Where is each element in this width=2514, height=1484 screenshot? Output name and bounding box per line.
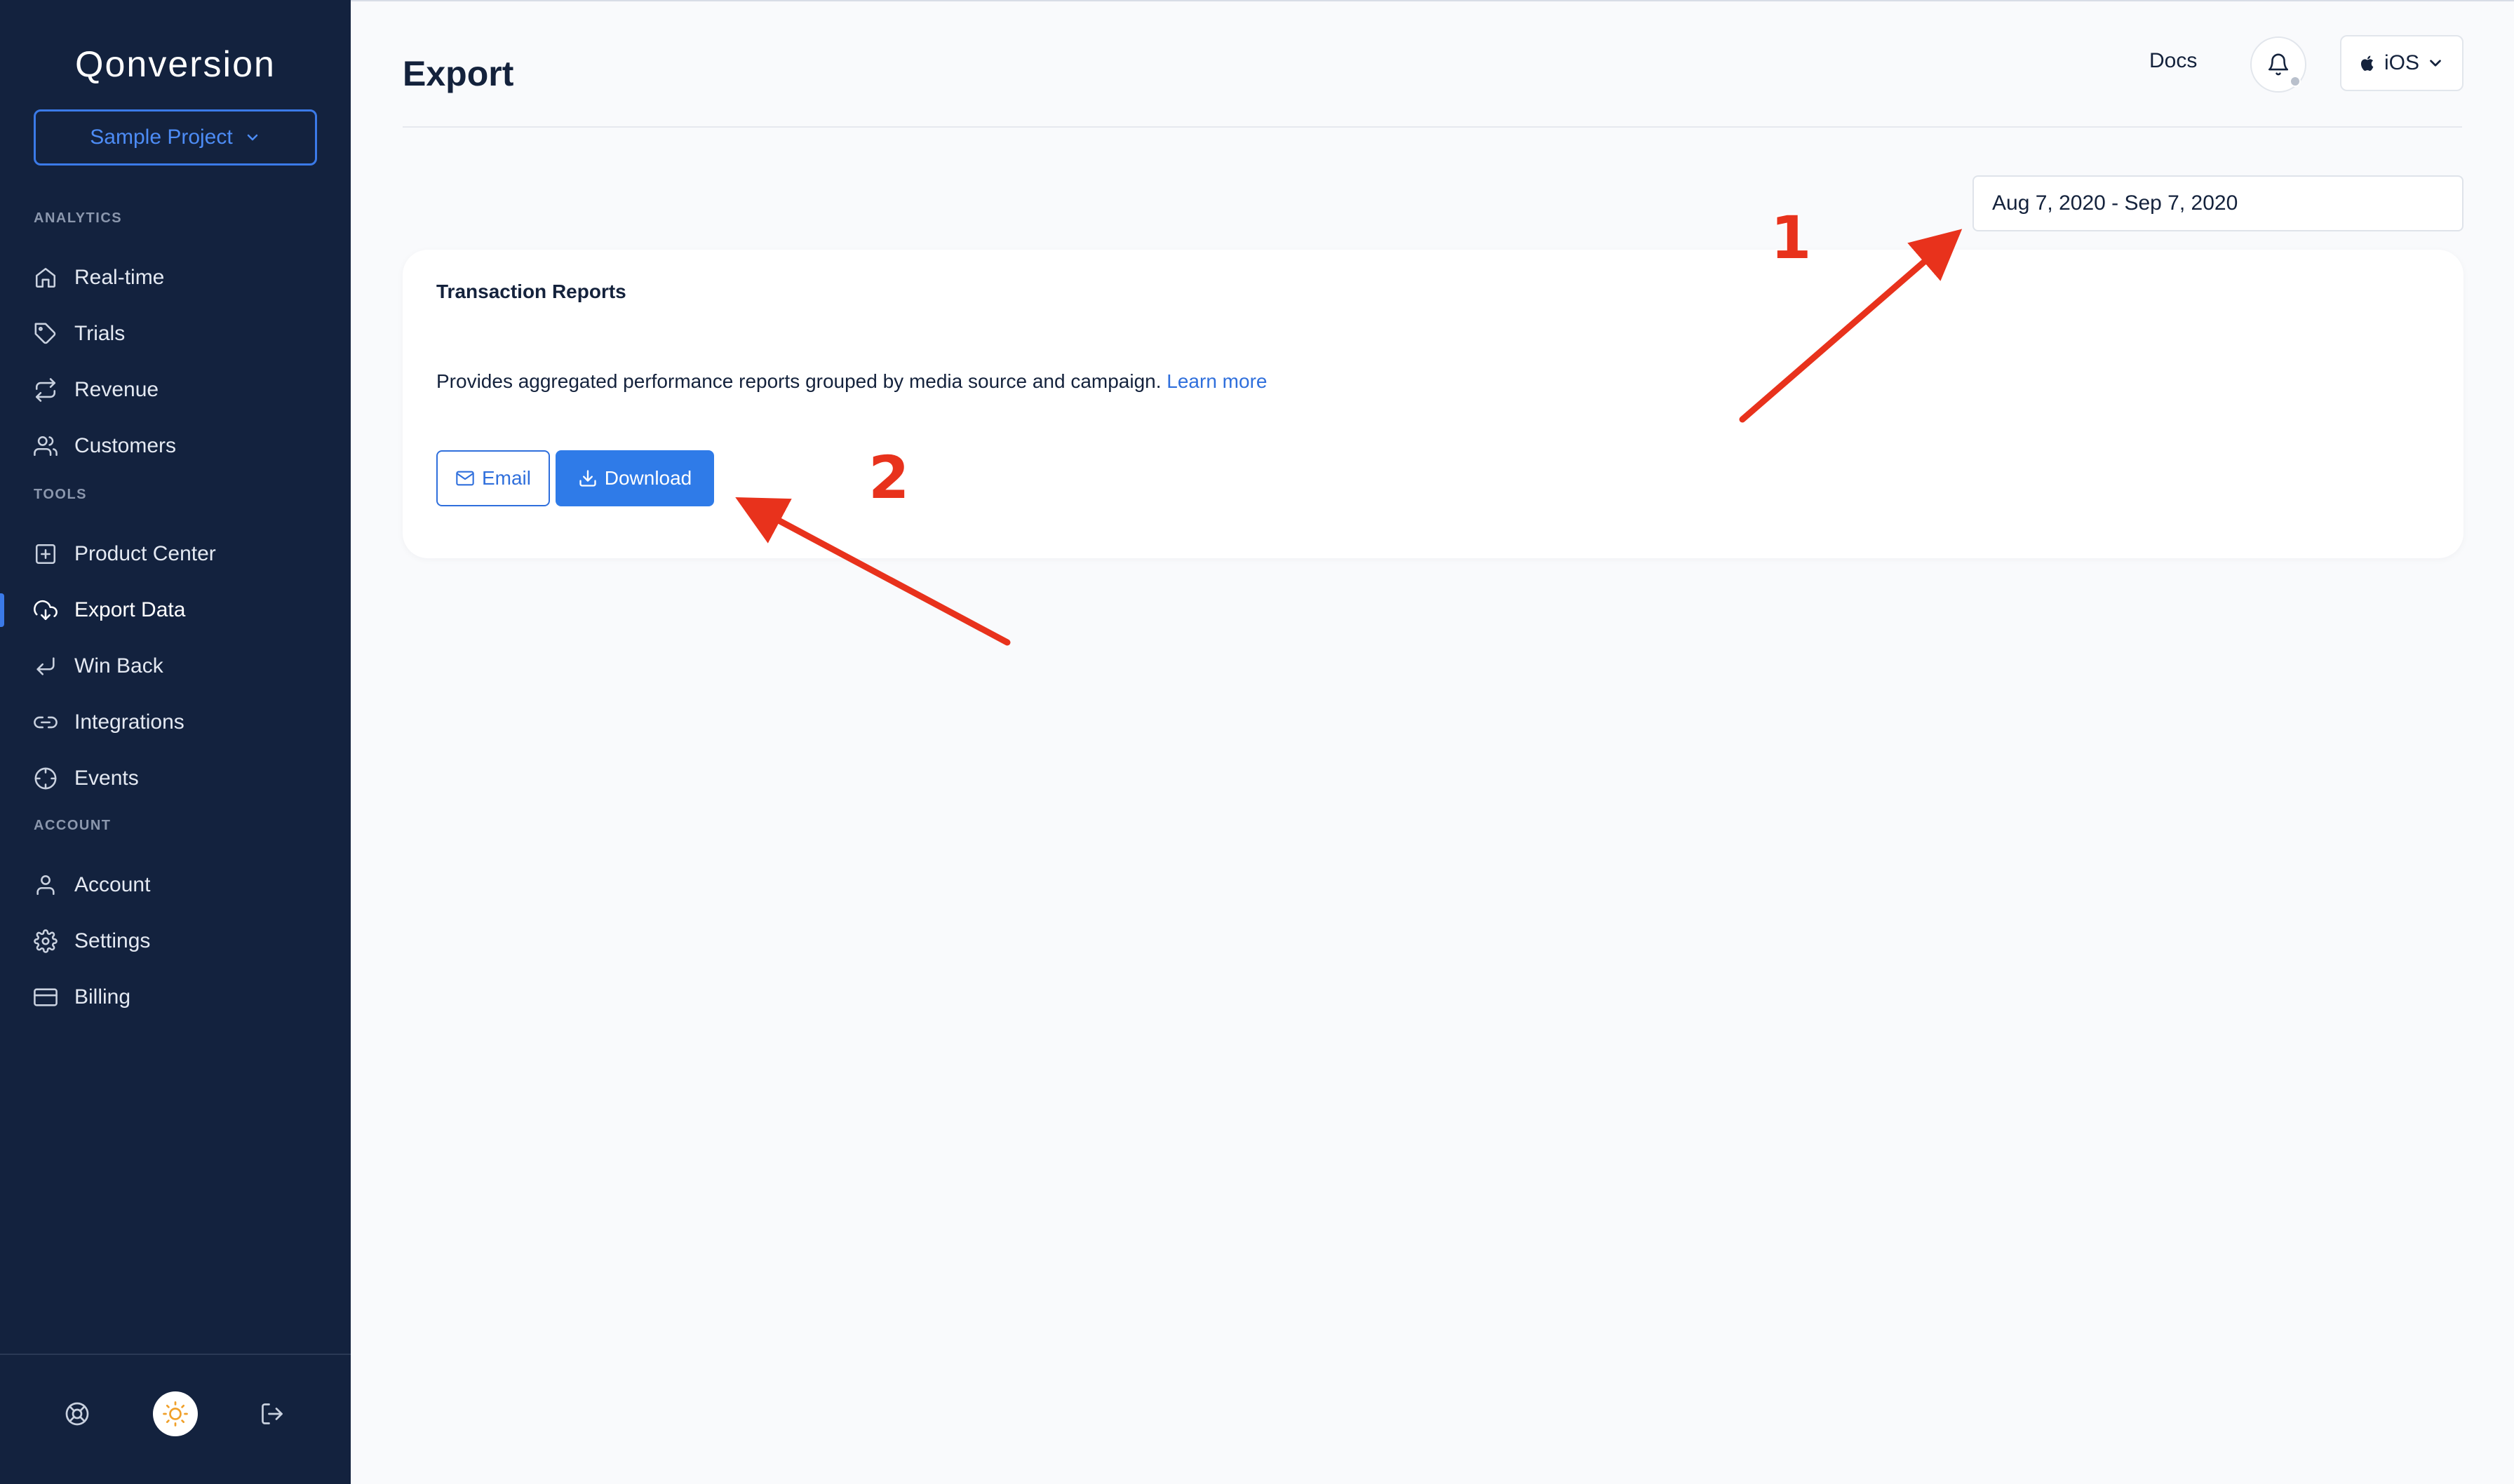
- help-icon: [65, 1402, 89, 1426]
- email-button[interactable]: Email: [436, 450, 550, 506]
- download-icon: [579, 470, 596, 487]
- home-icon: [35, 267, 56, 288]
- annotation-step-1: 1: [1770, 203, 1812, 272]
- project-selector[interactable]: Sample Project: [34, 109, 317, 166]
- sun-icon: [163, 1401, 188, 1426]
- platform-select[interactable]: iOS: [2340, 35, 2463, 91]
- link-icon: [34, 716, 58, 729]
- sidebar-item-label: Customers: [74, 434, 177, 457]
- card-description: Provides aggregated performance reports …: [436, 370, 1267, 393]
- sidebar: Qonversion Sample Project ANALYTICS Real…: [0, 0, 351, 1484]
- sidebar-item-events[interactable]: Events: [0, 756, 351, 801]
- docs-link[interactable]: Docs: [2149, 49, 2197, 73]
- sidebar-item-export-data[interactable]: Export Data: [0, 588, 351, 633]
- bell-icon: [2268, 53, 2289, 76]
- apple-icon: [2360, 55, 2374, 71]
- users-icon: [34, 436, 58, 457]
- theme-toggle-button[interactable]: [153, 1391, 198, 1436]
- sidebar-item-settings[interactable]: Settings: [0, 919, 351, 964]
- tag-icon: [34, 323, 56, 344]
- mail-icon: [456, 471, 474, 486]
- chevron-down-icon: [247, 134, 257, 141]
- main-content: Export Docs iOS Aug 7, 2020 - Sep 7, 202…: [351, 0, 2514, 1484]
- header-divider: [403, 126, 2462, 128]
- sidebar-item-integrations[interactable]: Integrations: [0, 700, 351, 745]
- corner-down-left-icon: [36, 657, 55, 675]
- logout-button[interactable]: [250, 1391, 295, 1436]
- sidebar-item-label: Product Center: [74, 542, 216, 565]
- platform-value: iOS: [2384, 51, 2419, 74]
- card-title: Transaction Reports: [436, 281, 626, 302]
- sidebar-item-label: Integrations: [74, 710, 184, 734]
- description-text: Provides aggregated performance reports …: [436, 370, 1162, 392]
- sidebar-item-label: Win Back: [74, 654, 163, 677]
- app-logo: Qonversion: [75, 44, 276, 85]
- sidebar-footer: [0, 1354, 351, 1484]
- sidebar-item-label: Events: [74, 767, 139, 790]
- sidebar-item-label: Billing: [74, 985, 131, 1009]
- annotation-step-2: 2: [868, 443, 910, 512]
- sidebar-item-label: Export Data: [74, 598, 186, 621]
- repeat-icon: [35, 378, 56, 402]
- notification-status-dot: [2290, 76, 2301, 87]
- credit-card-icon: [34, 988, 58, 1006]
- section-label-tools: TOOLS: [34, 487, 88, 502]
- email-button-label: Email: [481, 467, 531, 489]
- page-title: Export: [403, 54, 514, 93]
- sidebar-item-label: Trials: [74, 322, 126, 345]
- user-icon: [36, 875, 55, 896]
- chevron-down-icon: [2430, 60, 2441, 67]
- sidebar-item-label: Settings: [74, 929, 151, 952]
- download-button[interactable]: Download: [556, 450, 714, 506]
- sidebar-item-label: Revenue: [74, 378, 159, 401]
- gear-icon: [34, 929, 58, 953]
- folder-plus-icon: [35, 544, 56, 565]
- section-label-analytics: ANALYTICS: [34, 210, 123, 226]
- section-label-account: ACCOUNT: [34, 818, 112, 833]
- sidebar-item-label: Real-time: [74, 266, 165, 289]
- sidebar-item-real-time[interactable]: Real-time: [0, 255, 351, 300]
- cloud-download-icon: [34, 600, 58, 621]
- project-name: Sample Project: [90, 126, 233, 149]
- sidebar-item-billing[interactable]: Billing: [0, 975, 351, 1020]
- learn-more-link[interactable]: Learn more: [1167, 370, 1267, 392]
- logout-icon: [262, 1403, 283, 1424]
- notifications-button[interactable]: [2250, 36, 2306, 93]
- sidebar-item-win-back[interactable]: Win Back: [0, 644, 351, 689]
- sidebar-item-customers[interactable]: Customers: [0, 424, 351, 468]
- crosshair-icon: [34, 767, 57, 790]
- help-button[interactable]: [55, 1391, 100, 1436]
- download-button-label: Download: [604, 467, 692, 489]
- sidebar-item-revenue[interactable]: Revenue: [0, 367, 351, 412]
- sidebar-item-label: Account: [74, 873, 151, 896]
- sidebar-item-product-center[interactable]: Product Center: [0, 532, 351, 576]
- sidebar-item-trials[interactable]: Trials: [0, 311, 351, 356]
- transaction-reports-card: Transaction Reports Provides aggregated …: [403, 250, 2463, 558]
- sidebar-item-account[interactable]: Account: [0, 863, 351, 908]
- date-range-picker[interactable]: Aug 7, 2020 - Sep 7, 2020: [1972, 175, 2463, 231]
